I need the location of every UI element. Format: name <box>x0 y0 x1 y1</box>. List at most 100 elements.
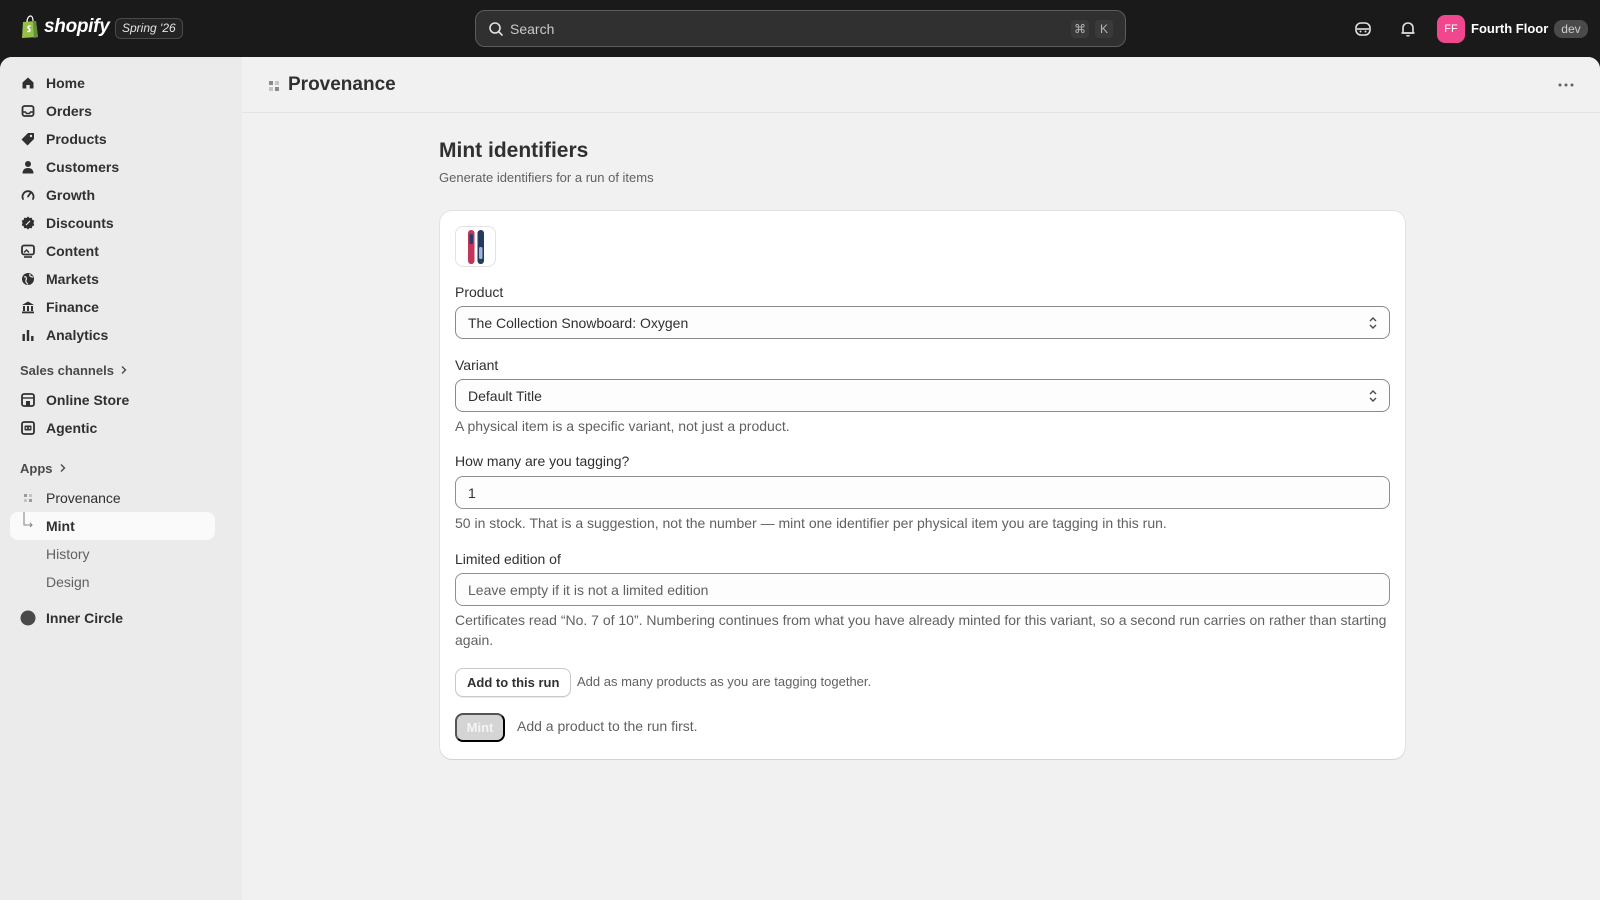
more-actions-button[interactable] <box>1554 77 1578 93</box>
limited-edition-input[interactable]: Leave empty if it is not a limited editi… <box>455 573 1390 606</box>
add-to-run-help-text: Add as many products as you are tagging … <box>577 674 872 689</box>
sidebar-item-mint[interactable]: Mint <box>10 512 215 540</box>
store-env-badge: dev <box>1554 19 1588 38</box>
variant-label: Variant <box>455 357 499 373</box>
quantity-label: How many are you tagging? <box>455 453 630 469</box>
globe-icon <box>20 271 36 287</box>
sidebar-item-label: Growth <box>46 187 95 203</box>
select-chevron-icon <box>1369 390 1377 402</box>
product-thumbnail <box>455 226 496 267</box>
product-select[interactable]: The Collection Snowboard: Oxygen <box>455 306 1390 339</box>
bar-chart-icon <box>20 327 36 343</box>
robot-icon <box>20 420 36 436</box>
sidebar-item-label: Home <box>46 75 85 91</box>
limited-edition-placeholder: Leave empty if it is not a limited editi… <box>468 581 709 598</box>
sidebar-item-orders[interactable]: Orders <box>10 97 215 125</box>
admin-frame: Home Orders Products Customers Growth Di… <box>0 57 1600 900</box>
sidebar-item-label: History <box>46 546 90 562</box>
sidebar-item-home[interactable]: Home <box>10 69 215 97</box>
sidebar-item-inner-circle[interactable]: Inner Circle <box>10 604 215 632</box>
shopping-bag-icon <box>22 15 38 38</box>
quantity-input-value: 1 <box>468 484 476 501</box>
sidebar-item-label: Orders <box>46 103 92 119</box>
variant-select-value: Default Title <box>468 387 542 404</box>
sidebar-item-label: Products <box>46 131 107 147</box>
gauge-icon <box>20 187 36 203</box>
page-title: Mint identifiers <box>439 139 589 162</box>
inbox-icon <box>20 103 36 119</box>
app-header: Provenance <box>242 57 1600 113</box>
apps-header[interactable]: Apps <box>20 458 67 478</box>
bank-icon <box>20 299 36 315</box>
person-icon <box>20 159 36 175</box>
home-icon <box>20 75 36 91</box>
sidebar-item-online-store[interactable]: Online Store <box>10 386 215 414</box>
sidebar-item-discounts[interactable]: Discounts <box>10 209 215 237</box>
provenance-app-icon <box>20 490 36 506</box>
top-bar: shopify Spring '26 Search ⌘ K FF Fourth … <box>0 0 1600 57</box>
sales-channels-header[interactable]: Sales channels <box>20 360 128 380</box>
product-select-value: The Collection Snowboard: Oxygen <box>468 314 689 331</box>
sidebar-item-label: Inner Circle <box>46 610 124 626</box>
sidebar-item-label: Online Store <box>46 392 130 408</box>
sidebar-item-label: Content <box>46 243 99 259</box>
brand-name: shopify <box>44 16 110 37</box>
main-content: Provenance Mint identifiers Generate ide… <box>242 57 1600 900</box>
sidebar-item-label: Design <box>46 574 90 590</box>
snowboard-image-icon <box>467 229 484 264</box>
chevron-right-icon <box>121 366 127 374</box>
store-name: Fourth Floor <box>1471 21 1549 36</box>
store-menu-button[interactable]: FF Fourth Floor dev <box>1437 13 1588 44</box>
store-icon <box>20 392 36 408</box>
sidebar-item-content[interactable]: Content <box>10 237 215 265</box>
app-title: Provenance <box>288 74 396 95</box>
sidebar-item-label: Analytics <box>46 327 109 343</box>
chevron-right-icon <box>60 464 65 472</box>
search-bar[interactable]: Search ⌘ K <box>475 10 1126 47</box>
sidebar-item-label: Markets <box>46 271 99 287</box>
sidebar-item-label: Mint <box>46 518 75 534</box>
search-icon <box>489 21 503 36</box>
ellipsis-icon <box>1558 83 1574 87</box>
select-chevron-icon <box>1369 317 1377 329</box>
mint-help-text: Add a product to the run first. <box>517 718 698 734</box>
sidebar-item-label: Finance <box>46 299 99 315</box>
shopify-logo[interactable]: shopify <box>20 15 110 39</box>
sidebar-item-history[interactable]: History <box>10 540 215 568</box>
variant-help-text: A physical item is a specific variant, n… <box>455 418 790 434</box>
notifications-button[interactable] <box>1397 18 1419 40</box>
add-to-run-button[interactable]: Add to this run <box>455 668 572 697</box>
edition-label: Limited edition of <box>455 551 561 567</box>
sidebar-item-customers[interactable]: Customers <box>10 153 215 181</box>
tag-icon <box>20 131 36 147</box>
sidebar-item-finance[interactable]: Finance <box>10 293 215 321</box>
inner-circle-icon <box>20 610 36 626</box>
sidebar-item-growth[interactable]: Growth <box>10 181 215 209</box>
variant-select[interactable]: Default Title <box>455 379 1390 412</box>
image-icon <box>20 243 36 259</box>
sidebar: Home Orders Products Customers Growth Di… <box>0 57 242 900</box>
provenance-app-icon <box>269 81 279 91</box>
discount-icon <box>20 215 36 231</box>
quantity-help-text: 50 in stock. That is a suggestion, not t… <box>455 515 1167 531</box>
apps-label: Apps <box>20 460 53 476</box>
sidebar-item-label: Agentic <box>46 420 98 436</box>
sidebar-item-label: Provenance <box>46 490 121 506</box>
sidekick-button[interactable] <box>1352 18 1374 40</box>
sidebar-item-agentic[interactable]: Agentic <box>10 414 215 442</box>
bell-icon <box>1401 22 1415 37</box>
sidebar-item-analytics[interactable]: Analytics <box>10 321 215 349</box>
mint-button[interactable]: Mint <box>455 713 505 742</box>
edition-help-text: Certificates read “No. 7 of 10”. Numberi… <box>455 612 1387 648</box>
search-input[interactable]: Search <box>510 21 1065 37</box>
sidekick-icon <box>1355 22 1371 36</box>
sidebar-item-provenance[interactable]: Provenance <box>10 484 215 512</box>
release-badge[interactable]: Spring '26 <box>115 18 183 39</box>
quantity-input[interactable]: 1 <box>455 476 1390 509</box>
sidebar-item-design[interactable]: Design <box>10 568 215 596</box>
sidebar-item-label: Discounts <box>46 215 114 231</box>
sidebar-item-products[interactable]: Products <box>10 125 215 153</box>
sidebar-item-markets[interactable]: Markets <box>10 265 215 293</box>
product-label: Product <box>455 284 504 300</box>
page-subtitle: Generate identifiers for a run of items <box>439 170 654 185</box>
